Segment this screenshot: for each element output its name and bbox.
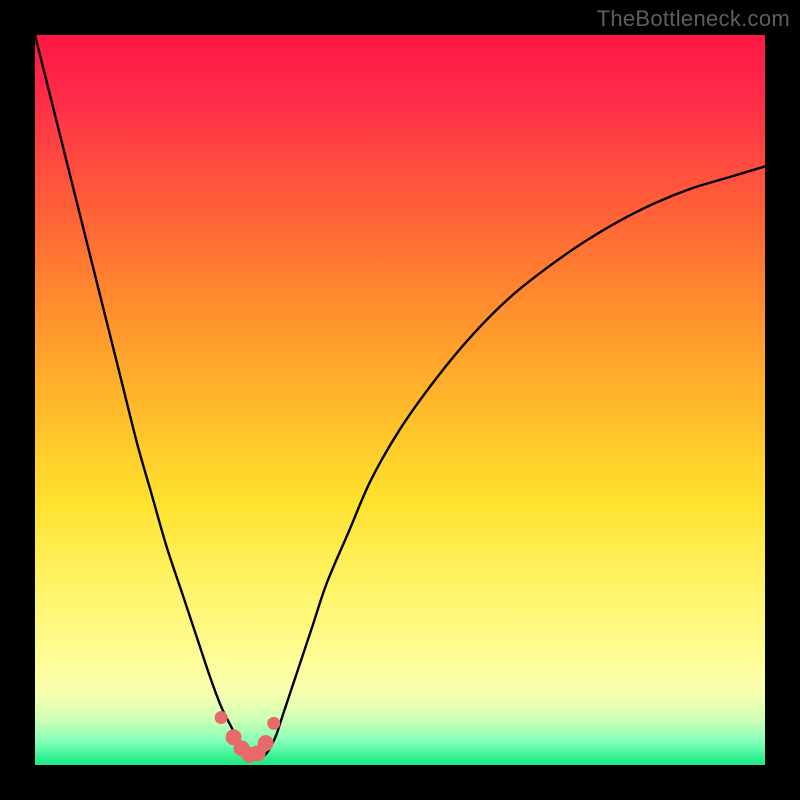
plot-area <box>35 35 765 765</box>
bottleneck-curve <box>35 35 765 759</box>
chart-frame: TheBottleneck.com <box>0 0 800 800</box>
marker-dot <box>267 717 280 730</box>
watermark-text: TheBottleneck.com <box>597 6 790 32</box>
curve-layer <box>35 35 765 765</box>
marker-dot <box>258 735 274 751</box>
marker-dot <box>215 711 228 724</box>
curve-markers <box>215 711 281 763</box>
